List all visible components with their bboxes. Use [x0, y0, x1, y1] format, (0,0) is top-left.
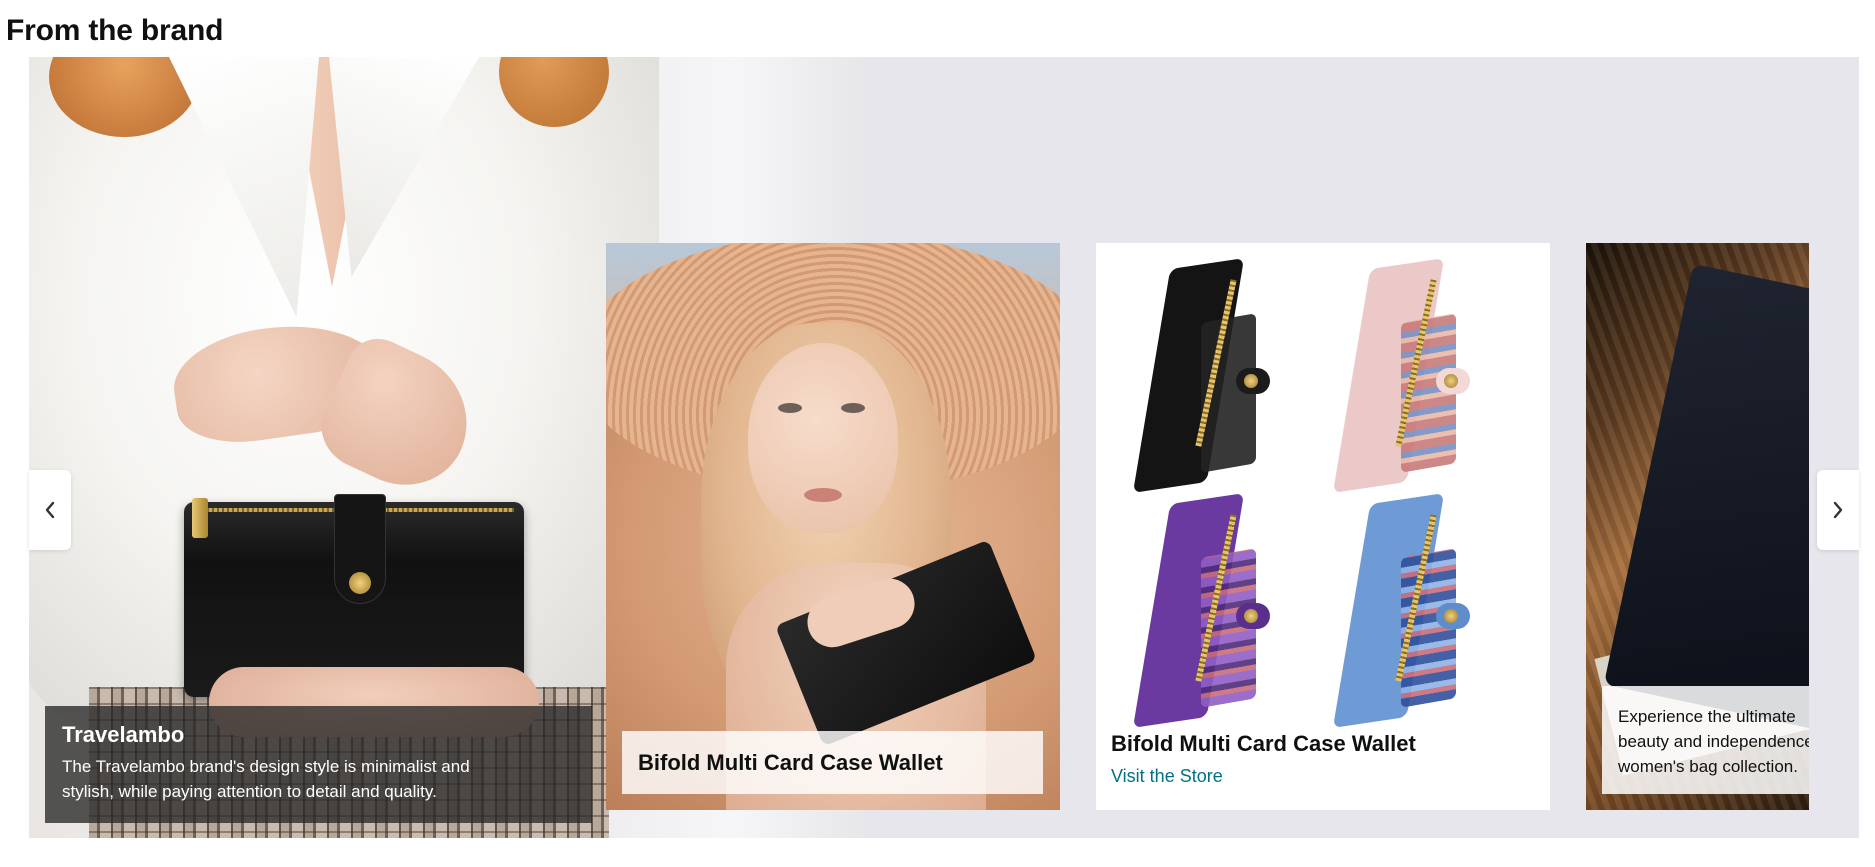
hero-brand-name: Travelambo	[62, 722, 185, 747]
hero-caption: Travelambo The Travelambo brand's design…	[45, 706, 592, 823]
card-model-eye	[778, 403, 802, 413]
chevron-left-icon	[45, 501, 55, 519]
hero-description-line: stylish, while paying attention to detai…	[62, 782, 437, 801]
product-card-wallets[interactable]: Bifold Multi Card Case Wallet Visit the …	[1096, 243, 1550, 810]
wallet-image-black	[1132, 258, 1281, 493]
wallet-image-pink	[1332, 258, 1481, 493]
wallet-image-purple	[1132, 493, 1281, 728]
carousel-prev-button[interactable]	[29, 470, 71, 550]
brand-carousel: Travelambo The Travelambo brand's design…	[29, 57, 1859, 838]
visit-store-link[interactable]: Visit the Store	[1111, 764, 1223, 788]
card-title: Bifold Multi Card Case Wallet	[622, 731, 1043, 794]
wallet-image-blue	[1332, 493, 1481, 728]
card-model-lips	[804, 488, 842, 502]
wallet-zip-pull	[192, 498, 208, 538]
product-card-model[interactable]: Bifold Multi Card Case Wallet	[606, 243, 1060, 810]
hero-description-line: The Travelambo brand's design style is m…	[62, 757, 470, 776]
section-title: From the brand	[6, 14, 224, 47]
card-model-eye	[841, 403, 865, 413]
card-model-face	[748, 343, 898, 533]
card-caption: Experience the ultimate beauty and indep…	[1602, 686, 1809, 794]
chevron-right-icon	[1833, 501, 1843, 519]
product-card-lifestyle[interactable]: Experience the ultimate beauty and indep…	[1586, 243, 1809, 810]
card-title: Bifold Multi Card Case Wallet	[1111, 731, 1416, 756]
wallet-snap	[349, 572, 371, 594]
carousel-next-button[interactable]	[1817, 470, 1859, 550]
